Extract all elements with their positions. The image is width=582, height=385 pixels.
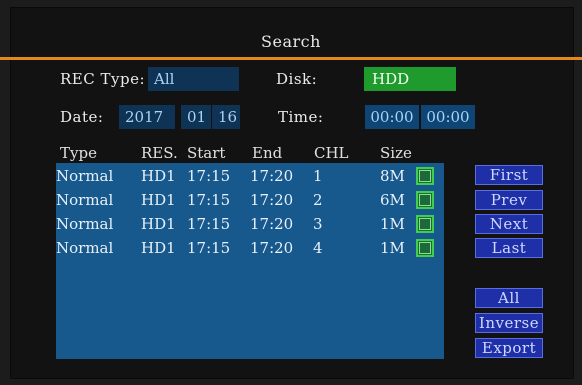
next-page-button[interactable]: Next	[475, 214, 543, 234]
inverse-selection-button[interactable]: Inverse	[475, 313, 543, 333]
date-label: Date:	[60, 108, 104, 126]
export-button[interactable]: Export	[475, 338, 543, 358]
row-res: HD1	[141, 239, 176, 257]
date-year-field[interactable]: 2017	[119, 105, 175, 129]
time-end-field[interactable]: 00:00	[421, 105, 475, 129]
rec-type-select[interactable]: All	[148, 67, 239, 91]
row-chl: 2	[313, 191, 323, 209]
row-end: 17:20	[250, 191, 294, 209]
time-label: Time:	[278, 108, 324, 126]
col-header-res: RES.	[141, 144, 178, 162]
row-start: 17:15	[187, 215, 231, 233]
page-title: Search	[261, 32, 321, 51]
row-size: 1M	[380, 215, 405, 233]
row-type: Normal	[56, 191, 114, 209]
table-row[interactable]: Normal HD1 17:15 17:20 1 8M	[56, 165, 444, 189]
row-end: 17:20	[250, 215, 294, 233]
col-header-end: End	[252, 144, 283, 162]
table-row[interactable]: Normal HD1 17:15 17:20 3 1M	[56, 213, 444, 237]
row-checkbox[interactable]	[416, 167, 434, 185]
prev-page-button[interactable]: Prev	[475, 190, 543, 210]
row-res: HD1	[141, 215, 176, 233]
results-list[interactable]: Normal HD1 17:15 17:20 1 8M Normal HD1 1…	[56, 163, 444, 359]
row-checkbox[interactable]	[416, 191, 434, 209]
row-end: 17:20	[250, 239, 294, 257]
row-end: 17:20	[250, 167, 294, 185]
row-checkbox[interactable]	[416, 239, 434, 257]
date-day-field[interactable]: 16	[212, 105, 240, 129]
first-page-button[interactable]: First	[475, 165, 543, 185]
row-chl: 1	[313, 167, 323, 185]
title-divider	[0, 57, 582, 60]
row-type: Normal	[56, 239, 114, 257]
disk-select[interactable]: HDD	[364, 67, 456, 91]
row-size: 6M	[380, 191, 405, 209]
row-type: Normal	[56, 167, 114, 185]
last-page-button[interactable]: Last	[475, 238, 543, 258]
col-header-start: Start	[187, 144, 226, 162]
table-row[interactable]: Normal HD1 17:15 17:20 4 1M	[56, 237, 444, 261]
date-month-field[interactable]: 01	[181, 105, 211, 129]
row-start: 17:15	[187, 167, 231, 185]
col-header-size: Size	[380, 144, 412, 162]
row-size: 8M	[380, 167, 405, 185]
row-start: 17:15	[187, 239, 231, 257]
row-size: 1M	[380, 239, 405, 257]
select-all-button[interactable]: All	[475, 288, 543, 308]
row-type: Normal	[56, 215, 114, 233]
col-header-type: Type	[60, 144, 97, 162]
row-res: HD1	[141, 167, 176, 185]
row-start: 17:15	[187, 191, 231, 209]
row-checkbox[interactable]	[416, 215, 434, 233]
table-row[interactable]: Normal HD1 17:15 17:20 2 6M	[56, 189, 444, 213]
rec-type-label: REC Type:	[60, 70, 146, 88]
row-chl: 3	[313, 215, 323, 233]
disk-label: Disk:	[276, 70, 318, 88]
row-res: HD1	[141, 191, 176, 209]
row-chl: 4	[313, 239, 323, 257]
col-header-chl: CHL	[314, 144, 349, 162]
time-start-field[interactable]: 00:00	[365, 105, 419, 129]
